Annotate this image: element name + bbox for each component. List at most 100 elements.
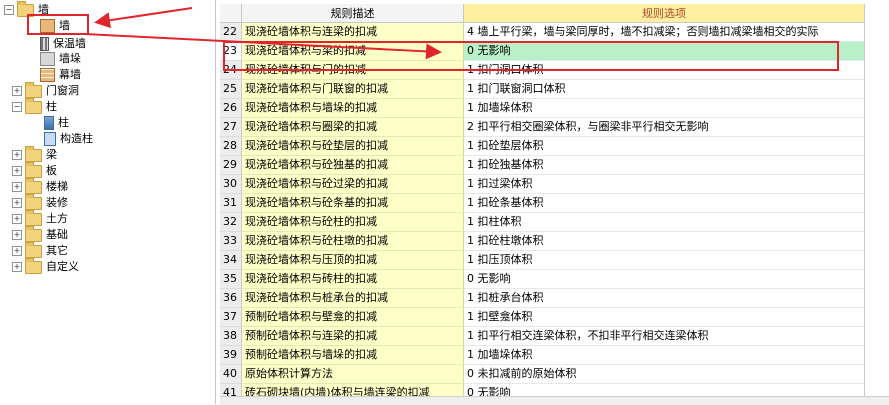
table-row[interactable]: 39 预制砼墙体积与墙垛的扣减 1 加墙垛体积 xyxy=(220,346,865,365)
table-row[interactable]: 31 现浇砼墙体积与砼条基的扣减 1 扣砼条基体积 xyxy=(220,194,865,213)
rule-option-cell[interactable]: 1 扣砼条基体积 xyxy=(464,194,865,213)
row-number: 35 xyxy=(220,270,242,289)
expand-toggle-icon[interactable]: + xyxy=(12,166,22,176)
rule-option-cell[interactable]: 1 扣压顶体积 xyxy=(464,251,865,270)
folder-icon xyxy=(25,177,42,194)
expand-toggle-icon[interactable]: + xyxy=(12,230,22,240)
rule-description-cell[interactable]: 现浇砼墙体积与砼过梁的扣减 xyxy=(242,175,464,194)
expand-toggle-icon[interactable]: + xyxy=(12,262,22,272)
expand-toggle-icon[interactable]: + xyxy=(12,182,22,192)
expand-toggle-icon[interactable]: + xyxy=(12,198,22,208)
rule-description-cell[interactable]: 现浇砼墙体积与砼垫层的扣减 xyxy=(242,137,464,156)
row-number: 40 xyxy=(220,365,242,384)
expand-toggle-icon[interactable]: + xyxy=(12,150,22,160)
rule-option-cell[interactable]: 1 扣门联窗洞口体积 xyxy=(464,80,865,99)
row-number: 34 xyxy=(220,251,242,270)
curtain-wall-icon xyxy=(40,68,55,82)
row-number: 22 xyxy=(220,23,242,42)
rule-option-cell[interactable]: 1 扣柱体积 xyxy=(464,213,865,232)
table-row[interactable]: 26 现浇砼墙体积与墙垛的扣减 1 加墙垛体积 xyxy=(220,99,865,118)
row-number: 32 xyxy=(220,213,242,232)
rule-option-cell[interactable]: 4 墙上平行梁，墙与梁同厚时，墙不扣减梁；否则墙扣减梁墙相交的实际 xyxy=(464,23,865,42)
constructional-column-icon xyxy=(44,132,56,146)
tree-node-label: 构造柱 xyxy=(60,132,93,145)
table-row[interactable]: 37 预制砼墙体积与壁龛的扣减 1 扣壁龛体积 xyxy=(220,308,865,327)
rule-description-cell[interactable]: 预制砼墙体积与壁龛的扣减 xyxy=(242,308,464,327)
folder-icon xyxy=(25,145,42,162)
rule-description-cell[interactable]: 原始体积计算方法 xyxy=(242,365,464,384)
rule-option-cell[interactable]: 1 加墙垛体积 xyxy=(464,99,865,118)
row-number: 28 xyxy=(220,137,242,156)
expand-toggle-icon[interactable]: + xyxy=(12,246,22,256)
rule-description-cell[interactable]: 现浇砼墙体积与墙垛的扣减 xyxy=(242,99,464,118)
table-row[interactable]: 40 原始体积计算方法 0 未扣减前的原始体积 xyxy=(220,365,865,384)
collapse-toggle-icon[interactable]: − xyxy=(12,102,22,112)
folder-icon xyxy=(25,161,42,178)
tree-node-custom[interactable]: + 自定义 xyxy=(12,257,79,276)
rule-description-cell[interactable]: 现浇砼墙体积与压顶的扣减 xyxy=(242,251,464,270)
table-row[interactable]: 22 现浇砼墙体积与连梁的扣减 4 墙上平行梁，墙与梁同厚时，墙不扣减梁；否则墙扣减… xyxy=(220,23,865,42)
rule-option-cell[interactable]: 1 扣壁龛体积 xyxy=(464,308,865,327)
rule-description-cell[interactable]: 预制砼墙体积与连梁的扣减 xyxy=(242,327,464,346)
rule-option-cell[interactable]: 1 加墙垛体积 xyxy=(464,346,865,365)
row-number: 29 xyxy=(220,156,242,175)
header-rule-description[interactable]: 规则描述 xyxy=(242,4,464,23)
folder-icon xyxy=(25,241,42,258)
header-number xyxy=(220,4,242,23)
table-row[interactable]: 33 现浇砼墙体积与砼柱墩的扣减 1 扣砼柱墩体积 xyxy=(220,232,865,251)
table-row[interactable]: 29 现浇砼墙体积与砼独基的扣减 1 扣砼独基体积 xyxy=(220,156,865,175)
rule-description-cell[interactable]: 预制砼墙体积与墙垛的扣减 xyxy=(242,346,464,365)
rule-description-cell[interactable]: 现浇砼墙体积与砼柱墩的扣减 xyxy=(242,232,464,251)
grid-header: 规则描述 规则选项 xyxy=(220,4,865,23)
table-row[interactable]: 25 现浇砼墙体积与门联窗的扣减 1 扣门联窗洞口体积 xyxy=(220,80,865,99)
insulation-wall-icon xyxy=(40,37,49,51)
table-row[interactable]: 28 现浇砼墙体积与砼垫层的扣减 1 扣砼垫层体积 xyxy=(220,137,865,156)
folder-icon xyxy=(25,209,42,226)
row-number: 26 xyxy=(220,99,242,118)
header-rule-option[interactable]: 规则选项 xyxy=(464,4,865,23)
rule-description-cell[interactable]: 现浇砼墙体积与圈梁的扣减 xyxy=(242,118,464,137)
expand-toggle-icon[interactable]: + xyxy=(12,86,22,96)
rule-description-cell[interactable]: 现浇砼墙体积与砼柱的扣减 xyxy=(242,213,464,232)
rule-option-cell[interactable]: 1 扣桩承台体积 xyxy=(464,289,865,308)
rule-description-cell[interactable]: 现浇砼墙体积与砼独基的扣减 xyxy=(242,156,464,175)
rule-option-cell[interactable]: 0 未扣减前的原始体积 xyxy=(464,365,865,384)
table-row[interactable]: 34 现浇砼墙体积与压顶的扣减 1 扣压顶体积 xyxy=(220,251,865,270)
row-number: 37 xyxy=(220,308,242,327)
rule-option-cell[interactable]: 0 无影响 xyxy=(464,270,865,289)
table-row[interactable]: 27 现浇砼墙体积与圈梁的扣减 2 扣平行相交圈梁体积，与圈梁非平行相交无影响 xyxy=(220,118,865,137)
rule-description-cell[interactable]: 现浇砼墙体积与砼条基的扣减 xyxy=(242,194,464,213)
rule-option-cell[interactable]: 1 扣过梁体积 xyxy=(464,175,865,194)
row-number: 38 xyxy=(220,327,242,346)
folder-icon xyxy=(25,225,42,242)
table-row[interactable]: 35 现浇砼墙体积与砖柱的扣减 0 无影响 xyxy=(220,270,865,289)
rule-description-cell[interactable]: 现浇砼墙体积与连梁的扣减 xyxy=(242,23,464,42)
row-number: 27 xyxy=(220,118,242,137)
wall-pier-icon xyxy=(40,52,55,66)
column-icon xyxy=(44,116,54,130)
rule-description-cell[interactable]: 现浇砼墙体积与桩承台的扣减 xyxy=(242,289,464,308)
tree-node-label: 自定义 xyxy=(46,260,79,273)
annotation-row-box xyxy=(223,41,839,71)
table-row[interactable]: 38 预制砼墙体积与连梁的扣减 1 扣平行相交连梁体积，不扣非平行相交连梁体积 xyxy=(220,327,865,346)
rule-option-cell[interactable]: 1 扣砼柱墩体积 xyxy=(464,232,865,251)
rule-option-cell[interactable]: 1 扣平行相交连梁体积，不扣非平行相交连梁体积 xyxy=(464,327,865,346)
rule-option-cell[interactable]: 1 扣砼垫层体积 xyxy=(464,137,865,156)
expand-toggle-icon[interactable]: + xyxy=(12,214,22,224)
row-number: 33 xyxy=(220,232,242,251)
row-number: 36 xyxy=(220,289,242,308)
collapse-toggle-icon[interactable]: − xyxy=(4,5,14,15)
table-row[interactable]: 32 现浇砼墙体积与砼柱的扣减 1 扣柱体积 xyxy=(220,213,865,232)
folder-icon xyxy=(25,257,42,274)
rule-option-cell[interactable]: 1 扣砼独基体积 xyxy=(464,156,865,175)
table-row[interactable]: 36 现浇砼墙体积与桩承台的扣减 1 扣桩承台体积 xyxy=(220,289,865,308)
rule-option-cell[interactable]: 2 扣平行相交圈梁体积，与圈梁非平行相交无影响 xyxy=(464,118,865,137)
row-number: 30 xyxy=(220,175,242,194)
component-tree: − 墙 墙 保温墙 墙垛 幕墙 + 门窗洞 − 柱 柱 构造柱 + 梁 + 板 … xyxy=(0,0,216,404)
row-number: 25 xyxy=(220,80,242,99)
table-row[interactable]: 30 现浇砼墙体积与砼过梁的扣减 1 扣过梁体积 xyxy=(220,175,865,194)
rule-description-cell[interactable]: 现浇砼墙体积与砖柱的扣减 xyxy=(242,270,464,289)
rule-description-cell[interactable]: 现浇砼墙体积与门联窗的扣减 xyxy=(242,80,464,99)
folder-icon xyxy=(25,81,42,98)
folder-icon xyxy=(25,193,42,210)
